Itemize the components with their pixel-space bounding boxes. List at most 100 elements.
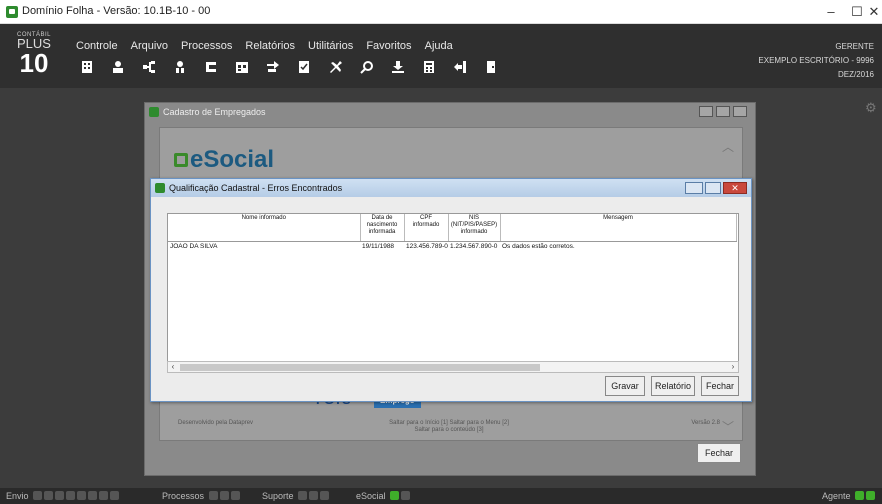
document-check-icon[interactable] [297,60,311,74]
horizontal-scrollbar[interactable]: ‹ › [167,361,739,373]
status-indicator-icon [230,491,240,500]
col-mensagem[interactable]: Mensagem [500,214,737,242]
airplane-icon[interactable] [329,60,343,74]
relatorio-button[interactable]: Relatório [651,376,695,396]
chevron-down-icon[interactable]: ﹀ [722,418,734,435]
person-icon[interactable] [111,60,125,74]
window-title: Domínio Folha - Versão: 10.1B-10 - 00 [22,5,211,17]
dialog-close-button[interactable]: ✕ [723,182,747,194]
status-indicator-icon [401,491,411,500]
gravar-button[interactable]: Gravar [605,376,645,396]
app-header: CONTÁBIL PLUS 10 Controle Arquivo Proces… [0,24,882,88]
employee-icon[interactable] [173,60,187,74]
door-icon[interactable] [484,60,498,74]
search-icon[interactable] [359,60,374,74]
menu-relatorios[interactable]: Relatórios [245,40,295,52]
agente-status-icon [866,491,876,500]
dialog-window-icon [155,183,165,193]
window-titlebar: Domínio Folha - Versão: 10.1B-10 - 00 – … [0,0,882,24]
competence-period: DEZ/2016 [837,70,874,79]
user-info: GERENTE EXEMPLO ESCRITÓRIO - 9996 DEZ/20… [758,40,874,82]
status-agente: Agente [822,488,876,504]
cell-mensagem: Os dados estão corretos. [502,242,575,250]
col-cpf[interactable]: CPF informado [404,214,449,242]
footer-skip-links[interactable]: Saltar para o Início [1] Saltar para o M… [374,420,524,427]
company-name: EXEMPLO ESCRITÓRIO - 9996 [758,56,874,65]
cell-nome: JOAO DA SILVA [170,242,218,250]
status-bar: Envio Processos Suporte eSocial Agente [0,488,882,504]
menu-favoritos[interactable]: Favoritos [366,40,411,52]
cadastro-close-action-button[interactable]: Fechar [697,443,741,463]
cadastro-titlebar: Cadastro de Empregados [145,103,755,121]
status-esocial-label: eSocial [356,491,386,501]
footer-developer: Desenvolvido pela Dataprev [178,420,254,426]
cadastro-close-button[interactable] [733,106,747,117]
building-icon[interactable] [80,60,94,74]
status-envio-label: Envio [6,491,29,501]
footer-skip-content[interactable]: Saltar para o conteúdo [3] [374,427,524,434]
org-chart-icon[interactable] [142,60,156,74]
close-button[interactable]: ✕ [866,3,882,21]
status-indicator-icon [33,491,43,500]
calculator-icon[interactable] [422,60,436,74]
status-processos: Processos [162,488,240,504]
app-icon [6,6,18,18]
col-data-nascimento[interactable]: Data de nascimento informada [360,214,405,242]
status-indicator-icon [44,491,54,500]
cadastro-minimize-button[interactable] [699,106,713,117]
status-indicator-icon [298,491,308,500]
status-processos-label: Processos [162,491,205,501]
menu-utilitarios[interactable]: Utilitários [308,40,353,52]
col-nome[interactable]: Nome informado [168,214,361,242]
errors-table: Nome informado Data de nascimento inform… [167,213,739,373]
agente-status-icon [855,491,865,500]
menu-controle[interactable]: Controle [76,40,118,52]
table-header-row: Nome informado Data de nascimento inform… [168,214,737,242]
scroll-thumb[interactable] [180,364,540,371]
status-suporte: Suporte [262,488,330,504]
status-agente-label: Agente [822,491,851,501]
chevron-up-icon[interactable]: ︿ [722,138,734,155]
dialog-maximize-button[interactable] [705,182,721,194]
contabil-plus-logo: CONTÁBIL PLUS 10 [14,32,54,82]
col-nis[interactable]: NIS (NIT/PIS/PASEP) informado [448,214,501,242]
minimize-button[interactable]: – [818,3,844,21]
qualificacao-dialog: Qualificação Cadastral - Erros Encontrad… [150,178,752,402]
scroll-left-icon[interactable]: ‹ [168,362,178,372]
fechar-button[interactable]: Fechar [701,376,739,396]
exit-icon[interactable] [453,60,467,74]
logo-number: 10 [19,48,49,78]
dialog-title: Qualificação Cadastral - Erros Encontrad… [169,183,343,193]
scroll-right-icon[interactable]: › [728,362,738,372]
status-indicator-icon [55,491,65,500]
user-name: GERENTE [835,42,874,51]
footer-links: Saltar para o Início [1] Saltar para o M… [374,420,524,434]
download-icon[interactable] [391,60,405,74]
dialog-minimize-button[interactable] [685,182,703,194]
menu-arquivo[interactable]: Arquivo [131,40,168,52]
status-indicator-icon [88,491,98,500]
menu-processos[interactable]: Processos [181,40,232,52]
menu-ajuda[interactable]: Ajuda [425,40,453,52]
dialog-titlebar: Qualificação Cadastral - Erros Encontrad… [151,179,751,197]
status-indicator-icon [110,491,120,500]
cadastro-maximize-button[interactable] [716,106,730,117]
footer-version: Versão 2.8 [691,420,720,426]
settings-gear-icon[interactable]: ⚙ [865,101,877,114]
esocial-logo-text: eSocial [190,146,275,173]
status-indicator-icon [99,491,109,500]
cadastro-title: Cadastro de Empregados [163,107,266,117]
status-indicator-icon [208,491,218,500]
status-indicator-icon [77,491,87,500]
toolbar [80,60,512,80]
esocial-logo-mark [174,153,188,167]
transfer-icon[interactable] [266,60,280,74]
table-row[interactable]: JOAO DA SILVA 19/11/1988 123.456.789-09 … [168,241,736,251]
menu-bar: Controle Arquivo Processos Relatórios Ut… [76,40,463,54]
status-suporte-label: Suporte [262,491,294,501]
card-icon[interactable] [204,60,218,74]
esocial-logo: eSocial [174,146,274,174]
cell-data-nascimento: 19/11/1988 [362,242,395,250]
status-esocial: eSocial [356,488,411,504]
calendar-icon[interactable] [235,60,249,74]
